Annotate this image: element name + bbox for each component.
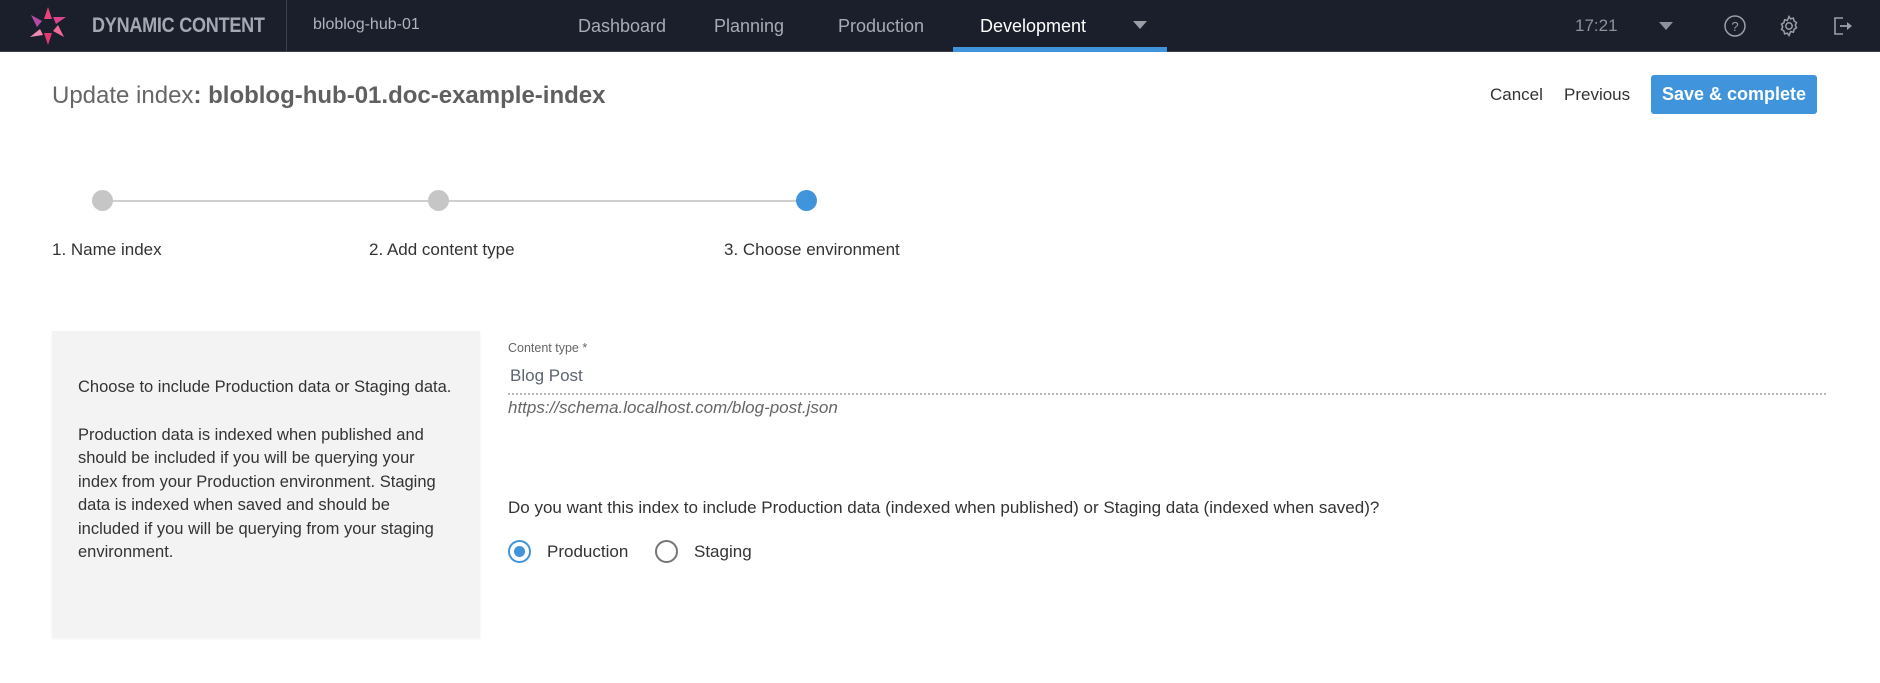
content-type-field: Blog Post xyxy=(510,366,583,385)
info-paragraph: Choose to include Production data or Sta… xyxy=(78,378,452,396)
tab-production[interactable]: Production xyxy=(838,16,924,37)
radio-checked-icon[interactable] xyxy=(508,540,531,563)
step-3-label: 3. Choose environment xyxy=(724,240,900,259)
page-title-index-name: bloblog-hub-01.doc-example-index xyxy=(208,82,606,109)
radio-staging-label[interactable]: Staging xyxy=(694,542,752,562)
content-type-underline xyxy=(508,393,1826,395)
account-chevron-down-icon[interactable] xyxy=(1659,22,1673,30)
top-nav-bar: DYNAMIC CONTENT bloblog-hub-01 Dashboard… xyxy=(0,0,1880,52)
step-connector xyxy=(438,200,806,202)
tab-development[interactable]: Development xyxy=(980,16,1086,37)
page-title-prefix: Update index xyxy=(52,82,194,109)
environment-question: Do you want this index to include Produc… xyxy=(508,498,1380,517)
svg-text:?: ? xyxy=(1731,19,1738,34)
radio-production[interactable]: Production xyxy=(508,540,628,563)
radio-production-label[interactable]: Production xyxy=(547,542,628,562)
content-type-label: Content type * xyxy=(508,341,588,355)
step-connector xyxy=(102,200,438,202)
info-panel: Choose to include Production data or Sta… xyxy=(52,331,480,638)
step-2-indicator[interactable] xyxy=(428,190,449,211)
step-1-indicator[interactable] xyxy=(92,190,113,211)
info-paragraph: Production data is indexed when publishe… xyxy=(78,425,436,562)
active-tab-indicator xyxy=(953,47,1167,52)
tab-dashboard[interactable]: Dashboard xyxy=(578,16,666,37)
settings-gear-icon[interactable] xyxy=(1777,14,1801,38)
dynamic-content-logo-icon xyxy=(30,7,66,45)
step-1-label[interactable]: 1. Name index xyxy=(52,240,162,260)
logout-icon[interactable] xyxy=(1830,14,1854,38)
clock: 17:21 xyxy=(1575,16,1618,35)
step-2-label[interactable]: 2. Add content type xyxy=(369,240,515,260)
content-type-schema-url: https://schema.localhost.com/blog-post.j… xyxy=(508,398,838,417)
nav-divider xyxy=(286,0,287,52)
page-title: Update index: bloblog-hub-01.doc-example… xyxy=(52,82,605,110)
tab-planning[interactable]: Planning xyxy=(714,16,784,37)
radio-unchecked-icon[interactable] xyxy=(655,540,678,563)
previous-button[interactable]: Previous xyxy=(1564,85,1630,105)
brand-name: DYNAMIC CONTENT xyxy=(92,14,265,37)
help-icon[interactable]: ? xyxy=(1723,14,1747,38)
hub-name[interactable]: bloblog-hub-01 xyxy=(313,16,420,34)
page-title-separator: : xyxy=(193,82,209,109)
cancel-button[interactable]: Cancel xyxy=(1490,85,1543,105)
nav-more-chevron-down-icon[interactable] xyxy=(1133,21,1147,29)
radio-staging[interactable]: Staging xyxy=(655,540,752,563)
step-3-indicator xyxy=(796,190,817,211)
save-and-complete-button[interactable]: Save & complete xyxy=(1651,75,1817,114)
